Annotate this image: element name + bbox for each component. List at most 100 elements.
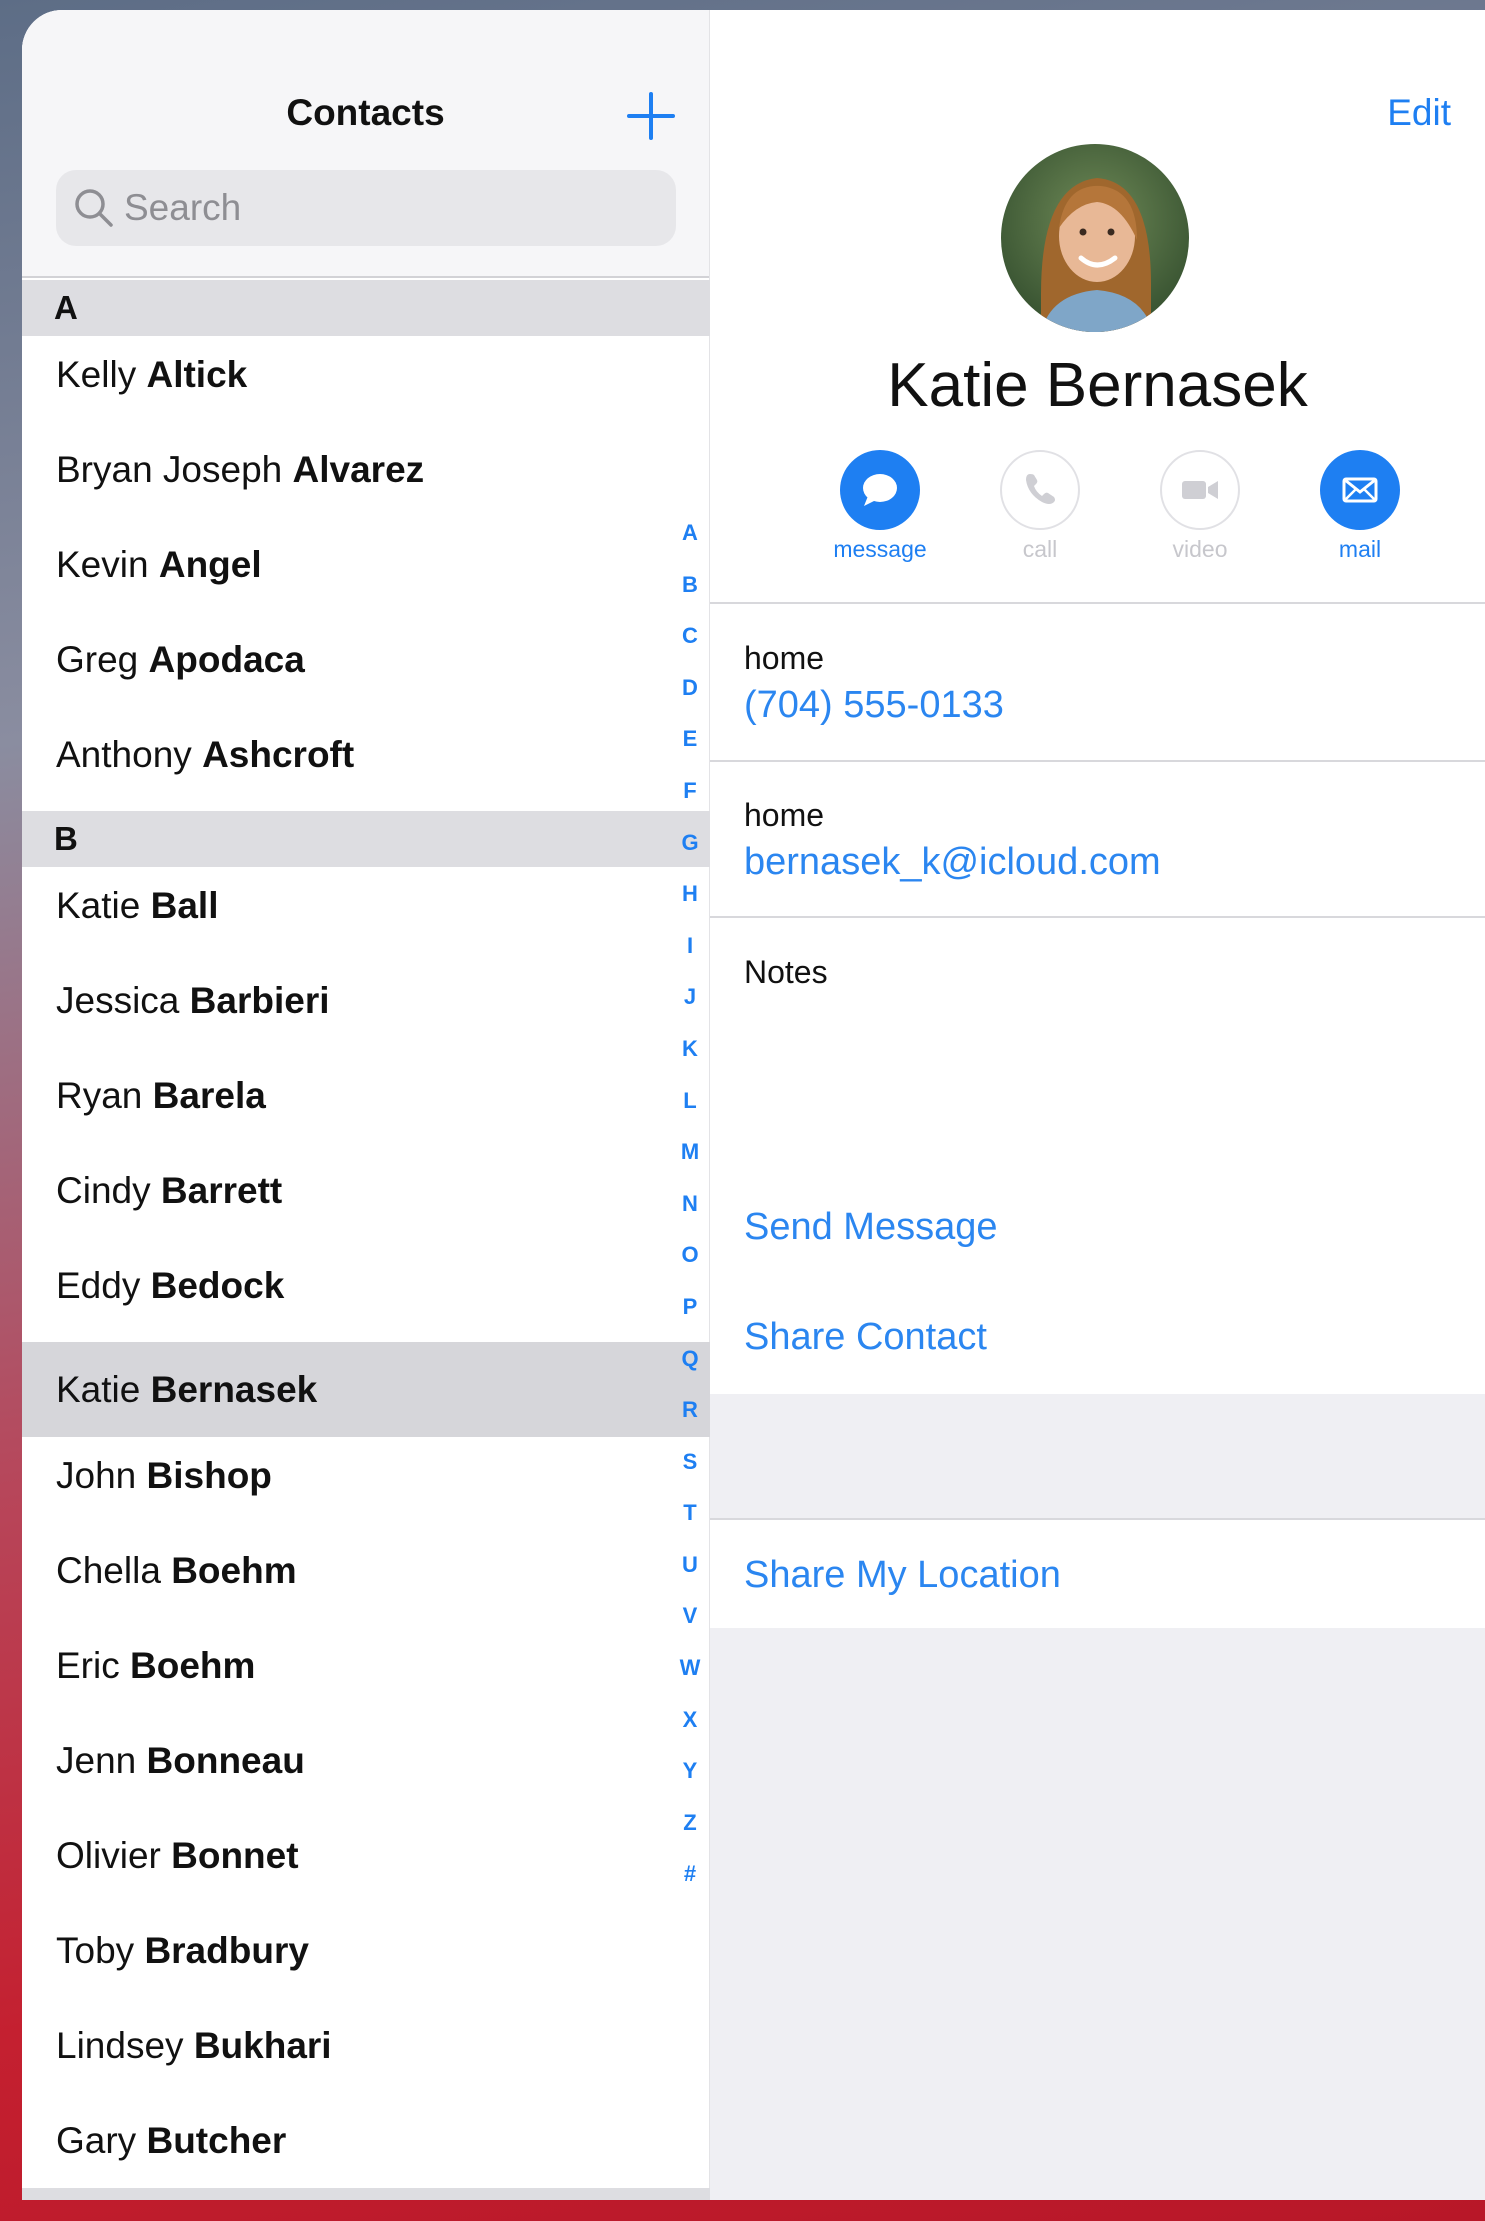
email-address[interactable]: bernasek_k@icloud.com: [744, 841, 1161, 884]
share-location-link[interactable]: Share My Location: [744, 1554, 1061, 1597]
contact-row[interactable]: Eddy Bedock: [22, 1247, 710, 1342]
call-action-label: call: [1022, 536, 1058, 562]
video-action-button[interactable]: video: [1120, 450, 1280, 563]
contact-last-name: Bradbury: [144, 1930, 309, 1971]
contact-last-name: Barrett: [160, 1170, 283, 1211]
contact-first-name: Olivier: [56, 1835, 161, 1876]
phone-number[interactable]: (704) 555-0133: [744, 684, 1004, 727]
index-letter[interactable]: D: [668, 673, 712, 725]
index-letter[interactable]: X: [668, 1705, 712, 1757]
contact-row[interactable]: Greg Apodaca: [22, 621, 710, 716]
contact-row[interactable]: Lindsey Bukhari: [22, 2007, 710, 2102]
section-header-a: A: [22, 280, 710, 336]
page-title: Contacts: [286, 92, 445, 133]
contact-first-name: Lindsey: [56, 2025, 184, 2066]
contact-row[interactable]: Toby Bradbury: [22, 1912, 710, 2007]
index-letter[interactable]: L: [668, 1086, 712, 1138]
contact-last-name: Ashcroft: [202, 734, 355, 775]
contact-row[interactable]: Cindy Barrett: [22, 1152, 710, 1247]
index-letter[interactable]: V: [668, 1601, 712, 1653]
contact-last-name: Bonneau: [146, 1740, 305, 1781]
message-action-button[interactable]: message: [800, 450, 960, 563]
search-input[interactable]: [124, 187, 664, 229]
index-letter[interactable]: O: [668, 1240, 712, 1292]
contact-row[interactable]: Kelly Altick: [22, 336, 710, 431]
index-letter[interactable]: J: [668, 982, 712, 1034]
contact-last-name: Butcher: [146, 2120, 287, 2161]
contact-last-name: Boehm: [171, 1550, 297, 1591]
send-message-link[interactable]: Send Message: [744, 1206, 998, 1249]
add-contact-button[interactable]: [627, 92, 675, 140]
index-letter[interactable]: U: [668, 1550, 712, 1602]
divider: [710, 916, 1485, 918]
contact-last-name: Bedock: [150, 1265, 285, 1306]
index-letter[interactable]: Z: [668, 1808, 712, 1860]
search-bar[interactable]: [56, 170, 676, 246]
contact-first-name: Gary: [56, 2120, 137, 2161]
contact-row[interactable]: Jenn Bonneau: [22, 1722, 710, 1817]
index-letter[interactable]: K: [668, 1034, 712, 1086]
index-letter[interactable]: T: [668, 1498, 712, 1550]
divider: [710, 602, 1485, 604]
index-letter[interactable]: H: [668, 879, 712, 931]
contact-last-name: Barbieri: [189, 980, 330, 1021]
contact-name: Katie Bernasek: [887, 351, 1308, 420]
contact-row[interactable]: Jessica Barbieri: [22, 962, 710, 1057]
contact-first-name: Cindy: [56, 1170, 151, 1211]
envelope-icon: [1342, 477, 1378, 503]
contact-last-name: Altick: [146, 354, 248, 395]
index-letter[interactable]: Q: [668, 1344, 712, 1396]
contact-row[interactable]: Gary Butcher: [22, 2102, 710, 2197]
contact-last-name: Apodaca: [148, 639, 305, 680]
index-letter[interactable]: P: [668, 1292, 712, 1344]
contact-first-name: John: [56, 1455, 137, 1496]
contact-row[interactable]: Bryan Joseph Alvarez: [22, 431, 710, 526]
index-letter[interactable]: B: [668, 570, 712, 622]
video-camera-icon: [1182, 481, 1218, 499]
contact-last-name: Angel: [158, 544, 262, 585]
index-letter[interactable]: F: [668, 776, 712, 828]
index-letter[interactable]: I: [668, 931, 712, 983]
app-window: Contacts AKelly AltickBryan Joseph Alvar…: [22, 10, 1485, 2200]
divider: [710, 760, 1485, 762]
contact-first-name: Kevin: [56, 544, 149, 585]
contact-row[interactable]: Ryan Barela: [22, 1057, 710, 1152]
index-letter[interactable]: Y: [668, 1756, 712, 1808]
call-action-button[interactable]: call: [960, 450, 1120, 563]
contact-last-name: Bishop: [146, 1455, 272, 1496]
index-letter[interactable]: R: [668, 1395, 712, 1447]
message-action-label: message: [833, 536, 927, 562]
index-letter[interactable]: W: [668, 1653, 712, 1705]
contact-first-name: Toby: [56, 1930, 135, 1971]
email-label: home: [744, 797, 825, 833]
index-letter[interactable]: S: [668, 1447, 712, 1499]
alphabet-index[interactable]: A B C D E F G H I J K L M N O P Q R S T U V W X Y Z #: [668, 518, 712, 1911]
index-letter[interactable]: #: [668, 1859, 712, 1911]
contact-row[interactable]: Katie Ball: [22, 867, 710, 962]
contact-row[interactable]: John Bishop: [22, 1437, 710, 1532]
contact-row[interactable]: Chella Boehm: [22, 1532, 710, 1627]
contact-first-name: Jenn: [56, 1740, 137, 1781]
index-letter[interactable]: N: [668, 1189, 712, 1241]
mail-action-label: mail: [1338, 536, 1382, 562]
section-header-b: B: [22, 811, 710, 867]
index-letter[interactable]: A: [668, 518, 712, 570]
index-letter[interactable]: E: [668, 724, 712, 776]
index-letter[interactable]: M: [668, 1137, 712, 1189]
contact-row[interactable]: Olivier Bonnet: [22, 1817, 710, 1912]
share-contact-link[interactable]: Share Contact: [744, 1316, 987, 1359]
contact-list: A Kelly Altick Bryan Joseph Alvarez Kevin A…: [22, 280, 710, 2197]
contact-first-name: Jessica: [56, 980, 180, 1021]
contacts-list-panel: Contacts AKelly AltickBryan Joseph Alvar…: [22, 10, 710, 2200]
edit-button[interactable]: Edit: [1387, 92, 1451, 134]
index-letter[interactable]: C: [668, 621, 712, 673]
contact-row[interactable]: Kevin Angel: [22, 526, 710, 621]
contact-row[interactable]: Anthony Ashcroft: [22, 716, 710, 811]
contact-row-selected[interactable]: Katie Bernasek: [22, 1342, 710, 1437]
contact-first-name: Ryan: [56, 1075, 143, 1116]
index-letter[interactable]: G: [668, 828, 712, 880]
contact-row[interactable]: Eric Boehm: [22, 1627, 710, 1722]
contact-first-name: Katie: [56, 885, 141, 926]
mail-action-button[interactable]: mail: [1280, 450, 1440, 563]
contact-last-name: Boehm: [130, 1645, 256, 1686]
